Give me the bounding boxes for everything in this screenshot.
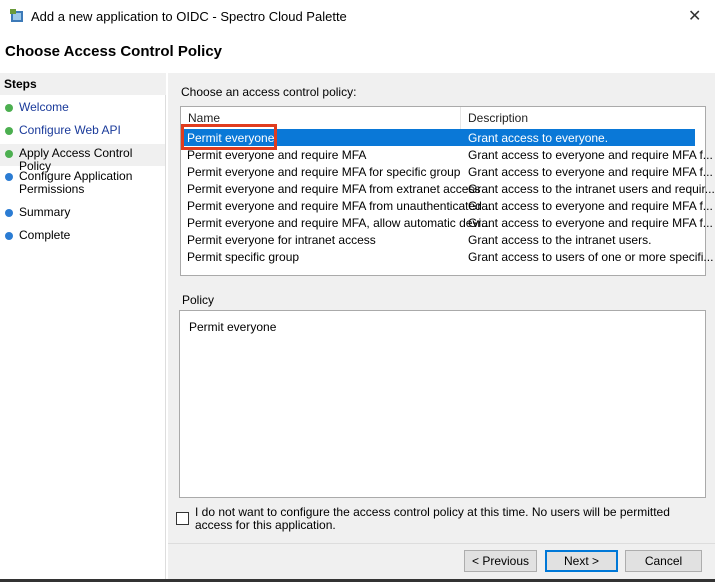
column-header-name[interactable]: Name: [188, 111, 220, 125]
policy-description: Grant access to everyone.: [468, 131, 609, 145]
policy-name: Permit everyone and require MFA from una…: [187, 199, 496, 213]
close-icon[interactable]: ✕: [688, 6, 701, 26]
step-configure-web-api[interactable]: Configure Web API: [19, 124, 121, 137]
choose-policy-label: Choose an access control policy:: [181, 85, 357, 99]
policy-row[interactable]: Permit everyone for intranet access Grant…: [183, 231, 695, 248]
policy-details: Permit everyone: [179, 310, 706, 498]
steps-header: Steps: [0, 73, 166, 95]
policy-name: Permit everyone for intranet access: [187, 233, 376, 247]
cancel-button[interactable]: Cancel: [625, 550, 702, 572]
policy-name: Permit everyone and require MFA for spec…: [187, 165, 461, 179]
step-done-icon: [5, 104, 13, 112]
policy-description: Grant access to the intranet users and r…: [468, 182, 715, 196]
step-current-icon: [5, 150, 13, 158]
policy-name: Permit everyone and require MFA from ext…: [187, 182, 481, 196]
divider: [168, 543, 715, 544]
step-done-icon: [5, 127, 13, 135]
next-button[interactable]: Next >: [545, 550, 618, 572]
step-welcome[interactable]: Welcome: [19, 101, 69, 114]
step-configure-application-permissions: Configure Application Permissions: [19, 169, 133, 196]
step-pending-icon: [5, 173, 13, 181]
step-pending-icon: [5, 209, 13, 217]
column-header-description[interactable]: Description: [468, 111, 528, 125]
policy-description: Grant access to everyone and require MFA…: [468, 148, 713, 162]
step-complete: Complete: [19, 228, 71, 242]
policy-label: Policy: [182, 293, 215, 307]
highlight-box: [181, 124, 277, 150]
policy-description: Grant access to everyone and require MFA…: [468, 199, 713, 213]
policy-row[interactable]: Permit everyone and require MFA, allow a…: [183, 214, 713, 231]
step-summary: Summary: [19, 205, 71, 219]
column-divider[interactable]: [460, 107, 461, 129]
policy-description: Grant access to everyone and require MFA…: [468, 165, 713, 179]
policy-description: Grant access to the intranet users.: [468, 233, 652, 247]
policy-row[interactable]: Permit everyone and require MFA from una…: [183, 197, 713, 214]
policy-description: Grant access to users of one or more spe…: [468, 250, 714, 264]
policy-row[interactable]: Permit specific group Grant access to use…: [183, 248, 713, 265]
previous-button[interactable]: < Previous: [464, 550, 537, 572]
step-pending-icon: [5, 232, 13, 240]
policy-description: Grant access to everyone and require MFA…: [468, 216, 713, 230]
policy-row[interactable]: Permit everyone and require MFA from ext…: [183, 180, 715, 197]
policy-name: Permit everyone and require MFA: [187, 148, 367, 162]
page-title: Choose Access Control Policy: [5, 43, 223, 60]
policy-name: Permit specific group: [187, 250, 300, 264]
window-title: Add a new application to OIDC - Spectro …: [31, 9, 347, 24]
policy-text: Permit everyone: [189, 320, 277, 334]
policy-row[interactable]: Permit everyone and require MFA for spec…: [183, 163, 713, 180]
skip-policy-label[interactable]: I do not want to configure the access co…: [195, 506, 700, 532]
policy-name: Permit everyone and require MFA, allow a…: [187, 216, 492, 230]
app-icon: [10, 9, 23, 22]
steps-sidebar: Steps Welcome Configure Web API Apply Ac…: [0, 73, 166, 582]
skip-policy-checkbox[interactable]: [176, 512, 189, 525]
